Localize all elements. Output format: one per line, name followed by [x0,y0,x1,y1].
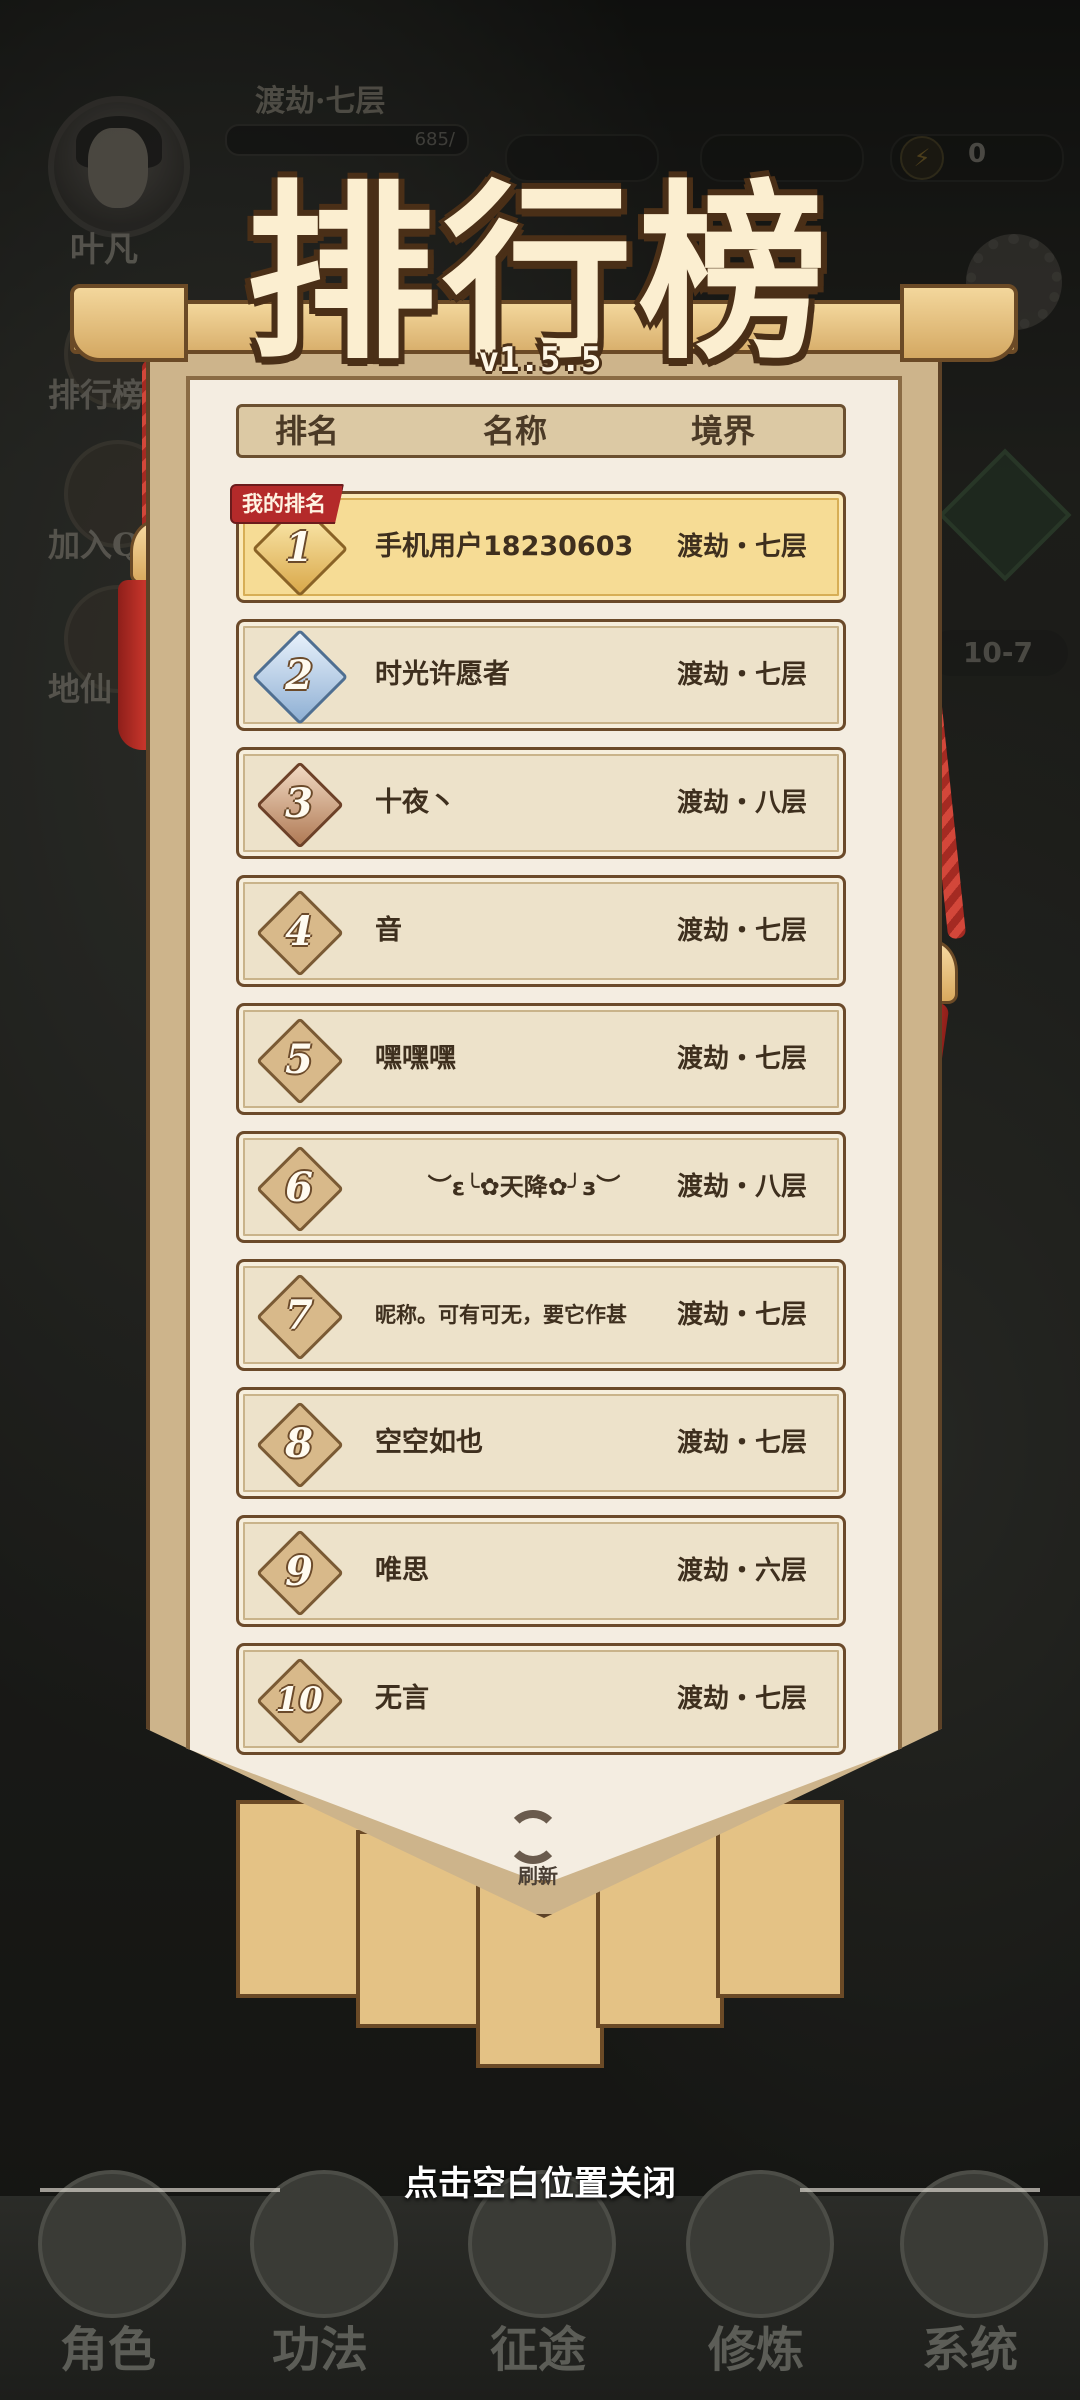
my-rank-tag: 我的排名 [230,484,344,524]
table-row[interactable]: 2 时光许愿者 渡劫・七层 [236,619,846,731]
rank-badge: 4 [256,889,344,977]
table-row[interactable]: 3 十夜丶 渡劫・八层 [236,747,846,859]
version-label: v1.5.5 [478,340,602,380]
nav-label: 系统 [921,2322,1018,2378]
table-row[interactable]: 7 昵称。可有可无，要它作甚 渡劫・七层 [236,1259,846,1371]
player-name-cell: ︶ε╰✿天降✿╯з︶ [427,1173,621,1201]
player-realm-cell: 渡劫・七层 [676,660,807,690]
nav-label: 角色 [59,2322,156,2378]
rank-badge: 7 [256,1273,344,1361]
player-realm-cell: 渡劫・七层 [676,532,807,562]
header-rank: 排名 [275,412,340,450]
rank-badge-silver: 2 [251,628,349,726]
player-realm-cell: 渡劫・七层 [676,1300,807,1330]
rank-badge-gold: 1 [251,500,349,598]
refresh-button-label[interactable]: 刷新 [498,1860,578,1889]
rank-badge: 10 [256,1657,344,1745]
player-realm-cell: 渡劫・七层 [676,1044,807,1074]
player-realm-cell: 渡劫・七层 [676,916,807,946]
rank-badge: 6 [256,1145,344,1233]
table-row[interactable]: 4 音 渡劫・七层 [236,875,846,987]
player-name-cell: 时光许愿者 [375,659,510,690]
refresh-icon[interactable] [506,1810,560,1864]
rank-badge: 9 [256,1529,344,1617]
player-name-cell: 无言 [375,1683,429,1714]
rank-badge: 8 [256,1401,344,1489]
player-name-cell: 嘿嘿嘿 [375,1043,456,1074]
table-row[interactable]: 5 嘿嘿嘿 渡劫・七层 [236,1003,846,1115]
player-name-cell: 唯思 [375,1555,429,1586]
player-name-cell: 昵称。可有可无，要它作甚 [375,1303,627,1327]
player-name-cell: 音 [375,915,402,946]
player-name-cell: 空空如也 [375,1427,483,1458]
player-name-cell: 手机用户18230603 [375,531,634,562]
header-realm: 境界 [691,412,756,450]
close-hint: 点击空白位置关闭 [404,2164,676,2204]
header-name: 名称 [483,412,548,450]
player-realm-cell: 渡劫・八层 [676,1172,807,1202]
player-realm-cell: 渡劫・八层 [676,788,807,818]
table-row[interactable]: 6 ︶ε╰✿天降✿╯з︶ 渡劫・八层 [236,1131,846,1243]
nav-label: 功法 [271,2322,368,2378]
table-row[interactable]: 10 无言 渡劫・七层 [236,1643,846,1755]
player-realm-cell: 渡劫・七层 [676,1684,807,1714]
rank-badge: 5 [256,1017,344,1105]
player-name-cell: 十夜丶 [375,787,456,818]
table-row[interactable]: 8 空空如也 渡劫・七层 [236,1387,846,1499]
player-realm-cell: 渡劫・七层 [676,1428,807,1458]
rank-badge-bronze: 3 [256,761,344,849]
player-realm-cell: 渡劫・六层 [676,1556,807,1586]
nav-label: 修炼 [707,2322,804,2378]
banner-fringe [236,1800,364,1998]
banner-fringe [716,1800,844,1998]
nav-label: 征途 [489,2322,586,2378]
table-header: 排名 名称 境界 [236,404,846,458]
table-row[interactable]: 9 唯思 渡劫・六层 [236,1515,846,1627]
